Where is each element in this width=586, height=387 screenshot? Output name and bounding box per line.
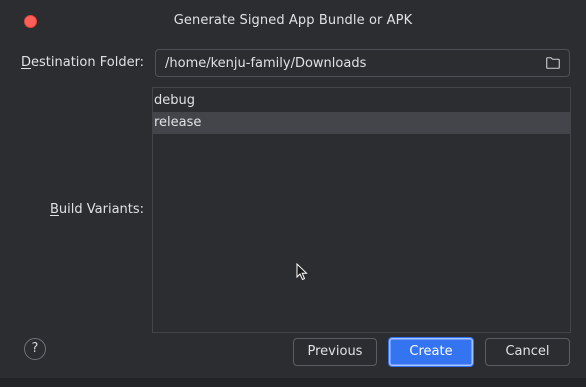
create-button[interactable]: Create <box>388 337 474 367</box>
destination-folder-field[interactable]: /home/kenju-family/Downloads <box>155 49 570 77</box>
mouse-pointer-icon <box>296 263 308 281</box>
folder-icon[interactable] <box>546 57 560 69</box>
dialog-window: Generate Signed App Bundle or APK Destin… <box>0 0 586 387</box>
dialog-title: Generate Signed App Bundle or APK <box>173 13 413 28</box>
help-button[interactable]: ? <box>24 338 46 360</box>
destination-mnemonic: D <box>21 55 32 70</box>
build-variants-mnemonic: B <box>50 202 59 217</box>
build-variants-list[interactable]: debug release <box>152 87 571 333</box>
destination-folder-value[interactable]: /home/kenju-family/Downloads <box>165 56 366 71</box>
destination-label-text: estination Folder: <box>31 55 145 70</box>
previous-button[interactable]: Previous <box>293 338 377 366</box>
destination-folder-label: Destination Folder: <box>21 55 144 70</box>
build-variants-label-text: uild Variants: <box>58 202 145 217</box>
cancel-button[interactable]: Cancel <box>485 338 570 366</box>
list-item-release[interactable]: release <box>153 112 570 134</box>
window-bottom-edge <box>0 378 586 387</box>
list-item-debug[interactable]: debug <box>153 90 570 112</box>
build-variants-label: Build Variants: <box>50 202 144 217</box>
title-bar: Generate Signed App Bundle or APK <box>0 0 586 42</box>
